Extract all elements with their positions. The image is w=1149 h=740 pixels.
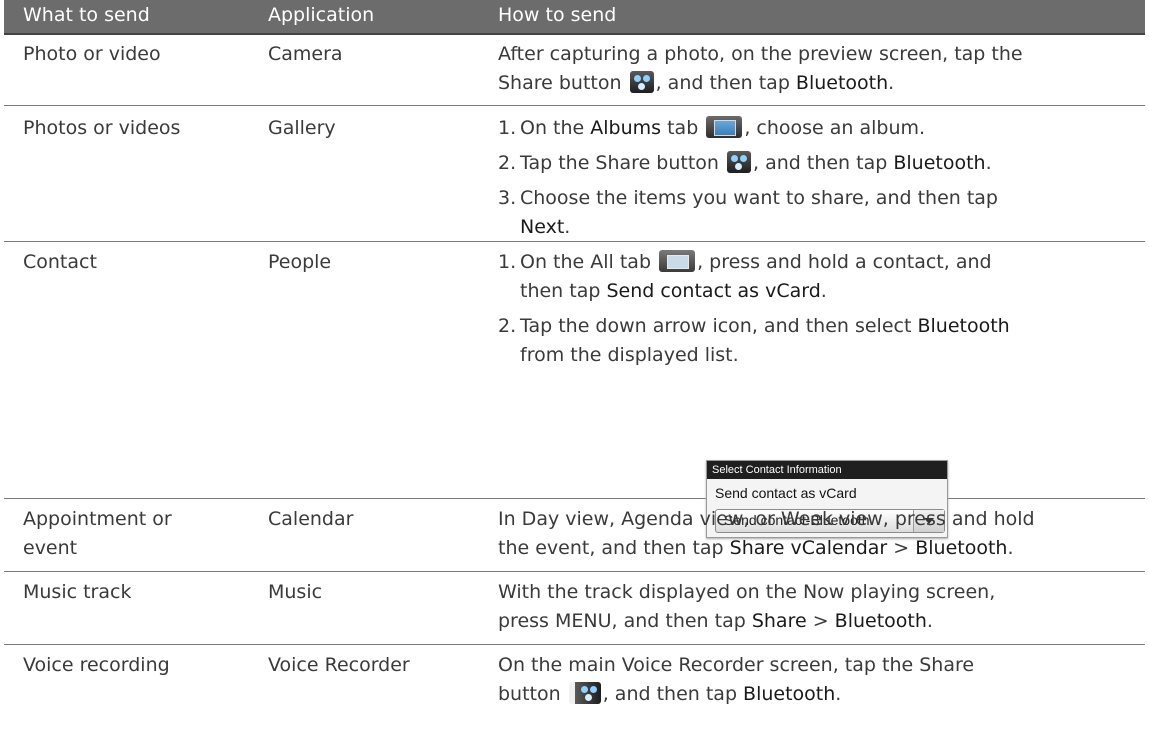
what-cell: Voice recording [23,654,170,676]
app-cell: Voice Recorder [268,654,410,676]
table-row: Photos or videos Gallery 1. On the Albums… [4,106,1145,242]
app-cell: Gallery [268,117,336,139]
how-cell: 1. On the Albums tab , choose an album. 2… [498,114,1138,242]
app-cell: Calendar [268,508,354,530]
header-what-to-send: What to send [23,4,150,26]
header-how-to-send: How to send [498,4,617,26]
step-2-cont: from the displayed list. [520,344,739,366]
what-cell: Photos or videos [23,117,181,139]
table-row: Voice recording Voice Recorder On the ma… [4,645,1145,739]
how-cell: On the main Voice Recorder screen, tap t… [498,651,1138,709]
step-2: 2. Tap the down arrow icon, and then sele… [498,315,1010,337]
table-row: Photo or video Camera After capturing a … [4,35,1145,106]
step-3: 3. Choose the items you want to share, an… [498,187,998,209]
app-cell: Camera [268,43,343,65]
desc-line: With the track displayed on the Now play… [498,581,996,603]
desc-line: Share button , and then tap Bluetooth. [498,71,895,94]
app-cell: Music [268,581,323,603]
share-icon [727,151,752,173]
step-1: 1. On the All tab , press and hold a cont… [498,250,992,273]
how-cell: In Day view, Agenda view, or Week view, … [498,505,1138,563]
desc-line: press MENU, and then tap Share > Bluetoo… [498,610,933,632]
all-tab-icon [659,250,696,272]
header-application: Application [268,4,375,26]
table-row: Appointment or event Calendar In Day vie… [4,499,1145,572]
share-icon [568,682,601,704]
step-2: 2. Tap the Share button , and then tap Bl… [498,151,992,174]
how-cell: With the track displayed on the Now play… [498,578,1138,636]
desc-line: the event, and then tap Share vCalendar … [498,537,1014,559]
what-cell: Photo or video [23,43,161,65]
app-cell: People [268,251,332,273]
desc-line: button , and then tap Bluetooth. [498,682,842,705]
albums-tab-icon [706,116,743,138]
table-row: Music track Music With the track display… [4,572,1145,645]
what-cell: Music track [23,581,132,603]
desc-line: On the main Voice Recorder screen, tap t… [498,654,975,676]
how-cell: After capturing a photo, on the preview … [498,40,1138,98]
desc-line: After capturing a photo, on the preview … [498,43,1023,65]
dialog-title: Select Contact Information [707,461,947,479]
table-row: Contact People 1. On the All tab , press … [4,242,1145,499]
step-1: 1. On the Albums tab , choose an album. [498,116,926,139]
table-header: What to send Application How to send [4,0,1145,35]
step-1-cont: then tap Send contact as vCard. [520,280,827,302]
share-icon [629,71,654,93]
desc-line: In Day view, Agenda view, or Week view, … [498,508,1035,530]
how-cell: 1. On the All tab , press and hold a cont… [498,248,1138,370]
what-cell: Appointment or event [23,508,172,559]
step-3-cont: Next. [520,216,571,238]
what-cell: Contact [23,251,97,273]
